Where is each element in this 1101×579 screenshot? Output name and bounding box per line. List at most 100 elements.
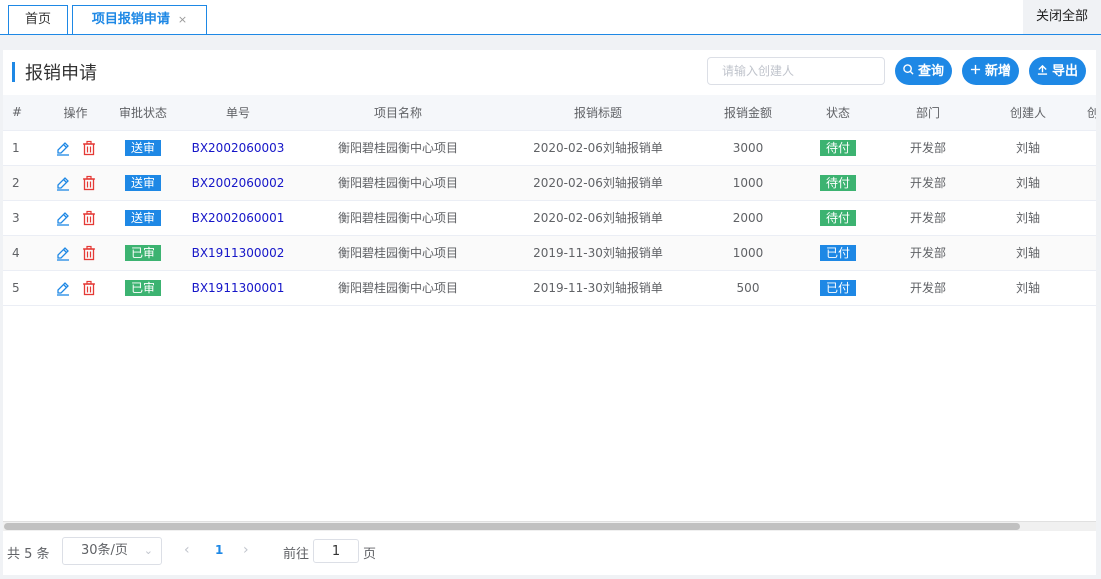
delete-icon[interactable] — [81, 245, 97, 261]
overflow-cell — [1073, 130, 1096, 166]
creator-cell: 刘轴 — [983, 270, 1073, 306]
approval-status-badge: 送审 — [124, 209, 161, 226]
row-index: 2 — [3, 165, 48, 201]
row-actions — [48, 200, 103, 236]
expense-table: # 操作 审批状态 单号 项目名称 报销标题 报销金额 状态 部门 创建人创 1 送审 BX20020… — [3, 95, 1096, 306]
order-code-link[interactable]: BX1911300002 — [192, 246, 285, 260]
column-header: 创建人 — [983, 95, 1073, 131]
export-button-label: 导出 — [1051, 63, 1078, 78]
overflow-cell — [1073, 165, 1096, 201]
delete-icon[interactable] — [81, 280, 97, 296]
code-cell: BX1911300001 — [183, 270, 293, 306]
add-button-label: 新增 — [984, 63, 1011, 78]
approval-status-cell: 送审 — [103, 165, 183, 201]
horizontal-scrollbar[interactable] — [3, 521, 1096, 531]
column-header: 单号 — [183, 95, 293, 131]
approval-status-badge: 已审 — [124, 244, 161, 261]
panel-header: 报销申请 查询 新增 导出 — [3, 50, 1096, 95]
table-row[interactable]: 3 送审 BX2002060001 衡阳碧桂园衡中心项目 2020-02-06刘轴报销单… — [3, 200, 1096, 236]
approval-status-cell: 送审 — [103, 200, 183, 236]
status-cell: 待付 — [803, 200, 873, 236]
table-row[interactable]: 4 已审 BX1911300002 衡阳碧桂园衡中心项目 2019-11-30刘轴报销单… — [3, 235, 1096, 271]
column-header: 操作 — [48, 95, 103, 131]
project-name-cell: 衡阳碧桂园衡中心项目 — [293, 130, 503, 166]
project-name-cell: 衡阳碧桂园衡中心项目 — [293, 200, 503, 236]
row-actions — [48, 235, 103, 271]
payment-status-badge: 待付 — [819, 139, 856, 156]
pagination: 共 5 条 30条/页 ⌄ ‹ 1 › 前往 页 — [3, 535, 1096, 567]
approval-status-badge: 已审 — [124, 279, 161, 296]
page-size-select[interactable]: 30条/页 ⌄ — [62, 537, 162, 565]
next-page-icon[interactable]: › — [243, 542, 249, 558]
export-button[interactable]: 导出 — [1029, 57, 1086, 85]
add-button[interactable]: 新增 — [962, 57, 1019, 85]
approval-status-cell: 已审 — [103, 270, 183, 306]
row-index: 1 — [3, 130, 48, 166]
status-cell: 已付 — [803, 270, 873, 306]
goto-page-input[interactable] — [313, 539, 359, 563]
close-all-button[interactable]: 关闭全部 — [1023, 0, 1101, 34]
order-code-link[interactable]: BX2002060001 — [192, 211, 285, 225]
column-header: 报销金额 — [693, 95, 803, 131]
delete-icon[interactable] — [81, 210, 97, 226]
scrollbar-thumb[interactable] — [4, 523, 1020, 530]
overflow-cell — [1073, 235, 1096, 271]
column-header: 报销标题 — [503, 95, 693, 131]
project-name-cell: 衡阳碧桂园衡中心项目 — [293, 235, 503, 271]
amount-cell: 500 — [693, 270, 803, 306]
page-number-current[interactable]: 1 — [215, 543, 223, 557]
query-button[interactable]: 查询 — [895, 57, 952, 85]
delete-icon[interactable] — [81, 175, 97, 191]
edit-icon[interactable] — [55, 175, 71, 191]
amount-cell: 3000 — [693, 130, 803, 166]
code-cell: BX1911300002 — [183, 235, 293, 271]
amount-cell: 1000 — [693, 235, 803, 271]
table-row[interactable]: 5 已审 BX1911300001 衡阳碧桂园衡中心项目 2019-11-30刘轴报销单… — [3, 270, 1096, 306]
department-cell: 开发部 — [873, 235, 983, 271]
tab-close-icon[interactable]: × — [178, 6, 187, 33]
table-row[interactable]: 1 送审 BX2002060003 衡阳碧桂园衡中心项目 2020-02-06刘轴报销单… — [3, 130, 1096, 166]
edit-icon[interactable] — [55, 245, 71, 261]
expense-title-cell: 2020-02-06刘轴报销单 — [503, 200, 693, 236]
amount-cell: 1000 — [693, 165, 803, 201]
approval-status-badge: 送审 — [124, 174, 161, 191]
total-count: 共 5 条 — [7, 547, 50, 562]
prev-page-icon[interactable]: ‹ — [184, 542, 190, 558]
row-actions — [48, 130, 103, 166]
column-header: 状态 — [803, 95, 873, 131]
query-button-label: 查询 — [917, 63, 944, 78]
tab-bar: 首页 项目报销申请 × 关闭全部 — [0, 0, 1101, 35]
department-cell: 开发部 — [873, 130, 983, 166]
order-code-link[interactable]: BX1911300001 — [192, 281, 285, 295]
main-panel: 报销申请 查询 新增 导出 #操作审批状态单号项目名称报销标题报销金额状态部门创… — [3, 50, 1096, 575]
page-size-value: 30条/页 — [81, 543, 128, 558]
delete-icon[interactable] — [81, 140, 97, 156]
table-header-row: # 操作 审批状态 单号 项目名称 报销标题 报销金额 状态 部门 创建人创 — [3, 95, 1096, 131]
edit-icon[interactable] — [55, 140, 71, 156]
search-icon — [903, 57, 914, 85]
payment-status-badge: 已付 — [819, 244, 856, 261]
edit-icon[interactable] — [55, 210, 71, 226]
tab-home[interactable]: 首页 — [8, 5, 68, 34]
row-index: 4 — [3, 235, 48, 271]
payment-status-badge: 待付 — [819, 209, 856, 226]
code-cell: BX2002060003 — [183, 130, 293, 166]
row-actions — [48, 165, 103, 201]
payment-status-badge: 待付 — [819, 174, 856, 191]
approval-status-cell: 已审 — [103, 235, 183, 271]
project-name-cell: 衡阳碧桂园衡中心项目 — [293, 165, 503, 201]
expense-title-cell: 2020-02-06刘轴报销单 — [503, 130, 693, 166]
column-header: 创 — [1073, 95, 1096, 131]
creator-search-input[interactable] — [707, 57, 885, 85]
tab-project-expense[interactable]: 项目报销申请 × — [72, 5, 207, 34]
creator-cell: 刘轴 — [983, 165, 1073, 201]
status-cell: 待付 — [803, 130, 873, 166]
page-unit-label: 页 — [363, 547, 377, 562]
edit-icon[interactable] — [55, 280, 71, 296]
plus-icon — [970, 57, 981, 85]
row-actions — [48, 270, 103, 306]
order-code-link[interactable]: BX2002060002 — [192, 176, 285, 190]
table-row[interactable]: 2 送审 BX2002060002 衡阳碧桂园衡中心项目 2020-02-06刘轴报销单… — [3, 165, 1096, 201]
upload-icon — [1037, 57, 1048, 85]
order-code-link[interactable]: BX2002060003 — [192, 141, 285, 155]
